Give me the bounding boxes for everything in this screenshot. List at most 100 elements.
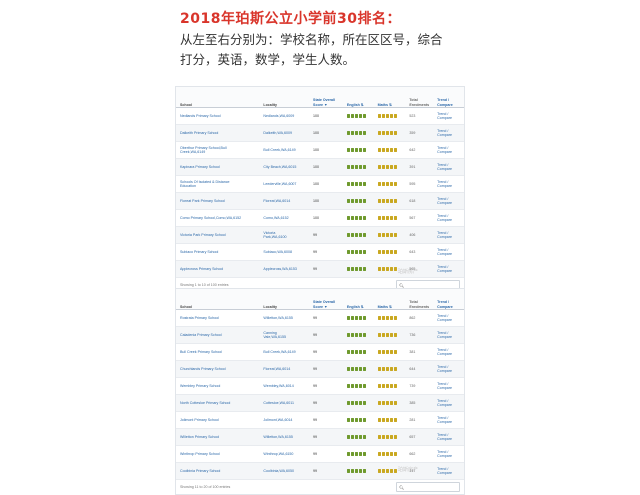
english-book-icon [358,469,363,473]
maths-rating [377,199,410,203]
trend-compare-link-line: Compare [437,133,452,137]
col-school[interactable]: School [178,305,263,309]
trend-compare-link[interactable]: Trend / Compare [437,314,462,323]
school-link[interactable]: North Cottesloe Primary School [178,401,263,405]
locality-link[interactable]: Willetton,WA,6155 [263,435,313,439]
maths-rating [377,250,410,254]
col-locality[interactable]: Locality [263,103,313,107]
trend-compare-link[interactable]: Trend / Compare [437,248,462,257]
locality-link[interactable]: Applecross,WA,6153 [263,267,313,271]
trend-compare-link[interactable]: Trend / Compare [437,416,462,425]
col-english[interactable]: English ⇅ [347,305,378,309]
col-enrolments[interactable]: Total Enrolments [409,98,437,107]
col-enrolments[interactable]: Total Enrolments [409,300,437,309]
trend-compare-link[interactable]: Trend / Compare [437,231,462,240]
enrolments: 739 [409,384,416,388]
school-link[interactable]: Jolimont Primary School [178,418,263,422]
enrolments: 406 [409,233,416,237]
locality-link[interactable]: Floreat,WA,6014 [263,199,313,203]
table-row: Dalkeith Primary School Dalkeith,WA,6009 1… [176,125,464,142]
col-school[interactable]: School [178,103,263,107]
maths-book-icon [385,469,389,473]
locality-link[interactable]: Canning Vale,WA,6155 [263,331,313,340]
trend-compare-link[interactable]: Trend / Compare [437,146,462,155]
locality-link[interactable]: Subiaco,WA,6008 [263,250,313,254]
col-score[interactable]: State Overall Score ▼ [313,300,347,309]
locality-link[interactable]: Victoria Park,WA,6100 [263,231,313,240]
locality-link[interactable]: City Beach,WA,6015 [263,165,313,169]
col-maths[interactable]: Maths ⇅ [378,305,410,309]
locality-link[interactable]: Bull Creek,WA,6149 [263,148,313,152]
locality-link[interactable]: Nedlands,WA,6009 [263,114,313,118]
school-link[interactable]: Applecross Primary School [178,267,263,271]
english-book-icon [350,199,355,203]
search-input[interactable]: 🔍︎ [396,482,460,492]
trend-compare-link[interactable]: Trend / Compare [437,433,462,442]
trend-compare-link[interactable]: Trend / Compare [437,399,462,408]
school-link[interactable]: Victoria Park Primary School [178,233,263,237]
school-link[interactable]: Bull Creek Primary School [178,350,263,354]
locality-link[interactable]: Cottesloe,WA,6011 [263,401,313,405]
trend-compare-link[interactable]: Trend / Compare [437,265,462,274]
maths-rating [377,333,410,337]
trend-compare-link[interactable]: Trend / Compare [437,382,462,391]
school-link[interactable]: Floreat Park Primary School [178,199,263,203]
locality-link[interactable]: Coolbinia,WA,6050 [263,469,313,473]
locality-link[interactable]: Floreat,WA,6014 [263,367,313,371]
trend-compare-link[interactable]: Trend / Compare [437,365,462,374]
school-link[interactable]: Wembley Primary School [178,384,263,388]
school-link[interactable]: Winthrop Primary School [178,452,263,456]
maths-book-icon [393,316,397,320]
trend-compare-link[interactable]: Trend / Compare [437,197,462,206]
trend-compare-link[interactable]: Trend / Compare [437,129,462,138]
trend-compare-link[interactable]: Trend / Compare [437,112,462,121]
trend-compare-link[interactable]: Trend / Compare [437,214,462,223]
school-link[interactable]: Kapinara Primary School [178,165,263,169]
english-book-icon [358,182,363,186]
trend-compare-link[interactable]: Trend / Compare [437,467,462,476]
english-rating [346,148,378,152]
maths-book-icon [381,469,385,473]
col-trend[interactable]: Trend / Compare [437,98,462,107]
school-link[interactable]: Como Primary School,Como,WA,6152 [178,216,263,220]
school-link[interactable]: Dalkeith Primary School [178,131,263,135]
col-score[interactable]: State Overall Score ▼ [313,98,347,107]
col-english[interactable]: English ⇅ [347,103,378,107]
school-link[interactable]: Caladenia Primary School [178,333,263,337]
locality-link[interactable]: Winthrop,WA,6150 [263,452,313,456]
locality-link[interactable]: Willetton,WA,6155 [263,316,313,320]
trend-compare-link[interactable]: Trend / Compare [437,180,462,189]
trend-compare-link[interactable]: Trend / Compare [437,348,462,357]
trend-compare-link[interactable]: Trend / Compare [437,450,462,459]
english-book-icon [362,452,367,456]
school-link[interactable]: Subiaco Primary School [178,250,263,254]
page-title: 2018年珀斯公立小学前30排名： [180,11,401,27]
locality-link[interactable]: Dalkeith,WA,6009 [263,131,313,135]
trend-compare-link[interactable]: Trend / Compare [437,331,462,340]
maths-book-icon [389,114,393,118]
school-link[interactable]: Oberthur Primary School,Bull Creek,WA,614… [178,146,263,155]
school-link[interactable]: Coolbinia Primary School [178,469,263,473]
trend-compare-link-line: Compare [437,471,452,475]
col-trend[interactable]: Trend / Compare [437,300,462,309]
locality-link[interactable]: Como,WA,6152 [263,216,313,220]
locality-link[interactable]: Bull Creek,WA,6149 [263,350,313,354]
school-link-line: Education [180,184,196,188]
locality-link-line: Como,WA,6152 [263,215,289,220]
col-locality[interactable]: Locality [263,305,313,309]
school-link-line: Subiaco Primary School [180,249,219,254]
school-link[interactable]: Nedlands Primary School [178,114,263,118]
col-maths[interactable]: Maths ⇅ [378,103,410,107]
maths-book-icon [385,216,389,220]
school-link[interactable]: Willetton Primary School [178,435,263,439]
locality-link[interactable]: Wembley,WA,6014 [263,384,313,388]
school-link-line: North Cottesloe Primary School [180,400,231,405]
school-link[interactable]: Churchlands Primary School [178,367,263,371]
locality-link[interactable]: Leederville,WA,6007 [263,182,313,186]
locality-link[interactable]: Jolimont,WA,6014 [263,418,313,422]
trend-compare-link[interactable]: Trend / Compare [437,163,462,172]
english-book-icon [358,216,363,220]
school-link[interactable]: Rostrata Primary School [178,316,263,320]
trend-compare-link-line: Compare [437,218,452,222]
school-link[interactable]: Schools Of Isolated & Distance Education [178,180,263,189]
